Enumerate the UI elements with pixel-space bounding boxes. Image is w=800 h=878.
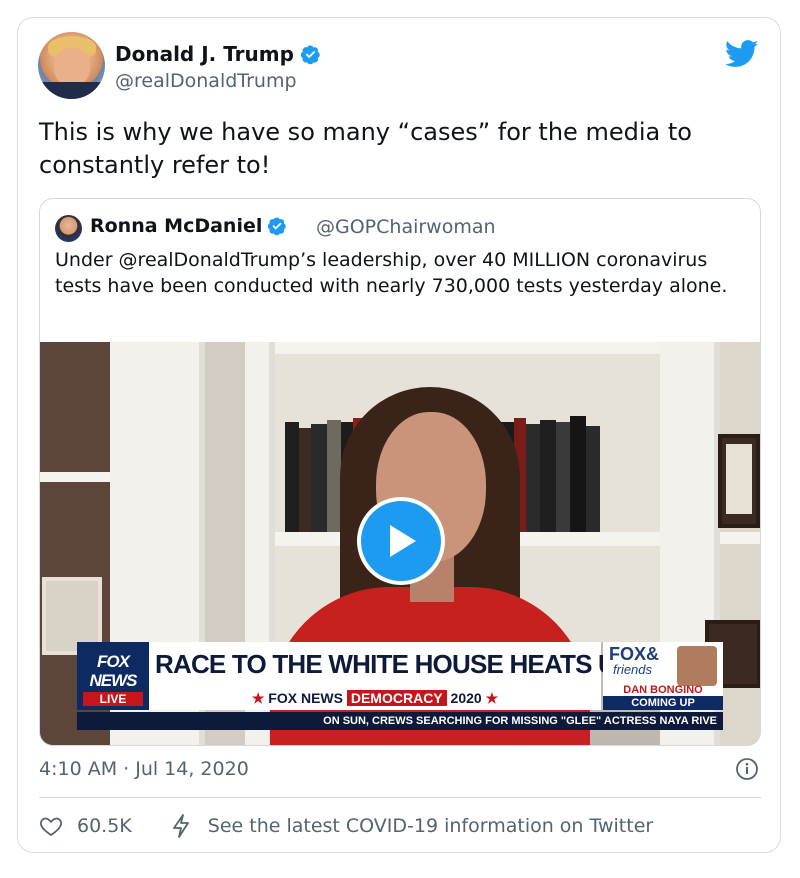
info-icon[interactable] — [735, 757, 759, 781]
covid-info-link[interactable]: See the latest COVID-19 information on T… — [208, 815, 653, 837]
author-avatar[interactable] — [38, 32, 105, 99]
author-handle[interactable]: @realDonaldTrump — [115, 70, 297, 92]
news-ticker: ON SUN, CREWS SEARCHING FOR MISSING "GLE… — [77, 712, 723, 730]
bolt-icon — [172, 814, 189, 838]
twitter-bird-icon[interactable] — [725, 40, 759, 68]
quoted-tweet[interactable]: Ronna McDaniel @GOPChairwoman Under @rea… — [39, 198, 761, 746]
play-icon — [390, 525, 416, 557]
fox-news-logo: FOX NEWS LIVE — [77, 642, 149, 710]
news-headline: RACE TO THE WHITE HOUSE HEATS UP — [149, 642, 633, 686]
author-name[interactable]: Donald J. Trump — [115, 42, 294, 66]
quoted-handle[interactable]: @GOPChairwoman — [316, 216, 496, 238]
quoted-name[interactable]: Ronna McDaniel — [90, 215, 262, 237]
author-name-row[interactable]: Donald J. Trump — [115, 42, 321, 66]
video-player[interactable]: FOX NEWS LIVE RACE TO THE WHITE HOUSE HE… — [40, 342, 760, 745]
news-subheadline: ★ FOX NEWS DEMOCRACY 2020 ★ — [149, 686, 601, 710]
verified-badge-icon — [300, 45, 320, 64]
like-count[interactable]: 60.5K — [77, 815, 132, 837]
quoted-text: Under @realDonaldTrump’s leadership, ove… — [55, 249, 728, 297]
tweet-card: Donald J. Trump @realDonaldTrump This is… — [17, 17, 781, 853]
fox-friends-badge: FOX& friends DAN BONGINO COMING UP — [603, 642, 723, 710]
tweet-text: This is why we have so many “cases” for … — [39, 118, 692, 179]
heart-icon[interactable] — [39, 814, 63, 838]
tweet-actions: 60.5K See the latest COVID-19 informatio… — [39, 814, 653, 838]
tweet-timestamp[interactable]: 4:10 AM · Jul 14, 2020 — [39, 758, 249, 780]
quoted-avatar[interactable] — [55, 215, 82, 242]
quoted-name-row[interactable]: Ronna McDaniel — [90, 215, 287, 237]
play-button[interactable] — [357, 497, 445, 585]
verified-badge-icon — [268, 217, 287, 236]
news-lower-third: FOX NEWS LIVE RACE TO THE WHITE HOUSE HE… — [77, 642, 727, 730]
divider — [39, 797, 761, 798]
